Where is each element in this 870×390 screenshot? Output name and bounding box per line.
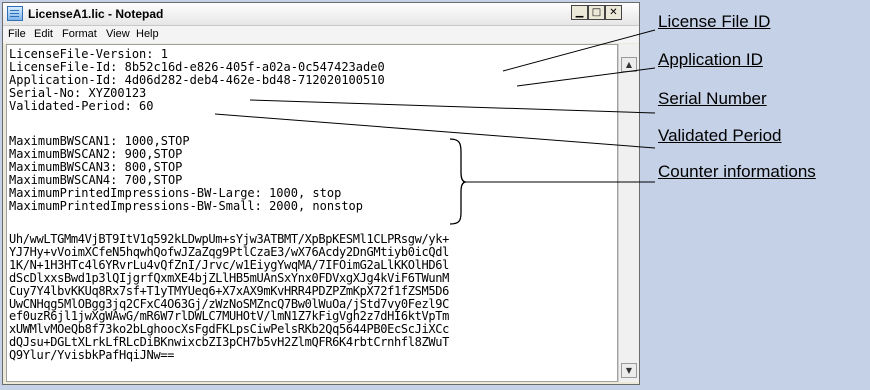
leader-serial-number	[249, 99, 656, 114]
counter-brace	[449, 138, 467, 225]
leader-validated-period	[214, 113, 656, 149]
callout-counter-informations: Counter informations	[658, 162, 816, 181]
callout-license-file-id: License File ID	[658, 12, 771, 31]
callout-application-id: Application ID	[658, 50, 763, 69]
leader-license-file-id	[502, 29, 656, 72]
callout-serial-number: Serial Number	[658, 89, 767, 108]
leader-application-id	[516, 67, 656, 87]
callout-validated-period: Validated Period	[658, 126, 782, 145]
